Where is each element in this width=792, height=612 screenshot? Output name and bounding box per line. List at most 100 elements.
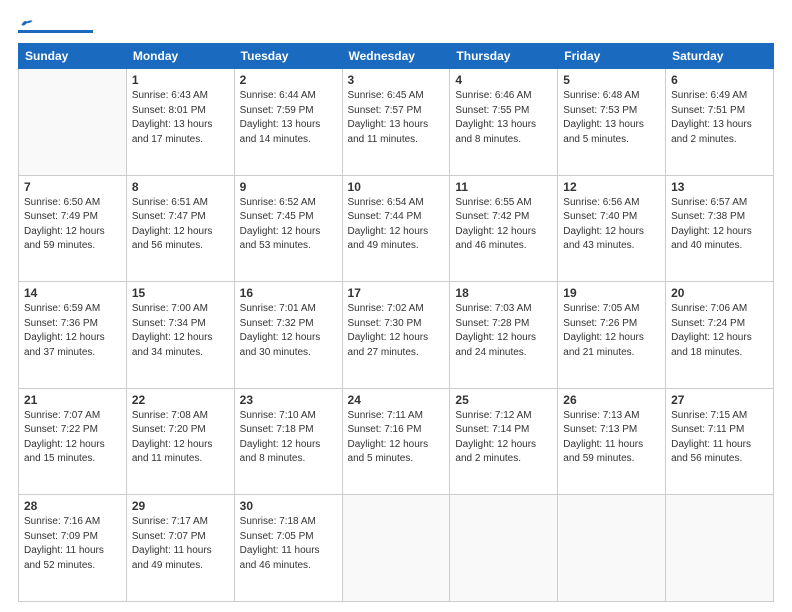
calendar-cell <box>342 495 450 602</box>
calendar-cell: 30Sunrise: 7:18 AM Sunset: 7:05 PM Dayli… <box>234 495 342 602</box>
day-number: 28 <box>24 499 121 513</box>
calendar-cell: 11 Sunrise: 6:55 AM Sunset: 7:42 PM Dayli… <box>450 175 558 282</box>
day-number: 7 <box>24 180 121 194</box>
day-number: 13 <box>671 180 768 194</box>
day-info: Sunrise: 6:51 AM Sunset: 7:47 PM Dayligh… <box>132 196 229 254</box>
day-info: Sunrise: 6:43 AM Sunset: 8:01 PM Dayligh… <box>132 89 229 147</box>
day-info: Sunrise: 6:49 AM Sunset: 7:51 PM Dayligh… <box>671 89 768 147</box>
logo-line <box>18 18 34 28</box>
calendar-table: SundayMondayTuesdayWednesdayThursdayFrid… <box>18 43 774 602</box>
weekday-header-thursday: Thursday <box>450 44 558 69</box>
day-info: Sunrise: 7:00 AM Sunset: 7:34 PM Dayligh… <box>132 302 229 360</box>
calendar-cell <box>19 69 127 176</box>
day-number: 6 <box>671 73 768 87</box>
calendar-cell: 16 Sunrise: 7:01 AM Sunset: 7:32 PM Dayli… <box>234 282 342 389</box>
day-number: 27 <box>671 393 768 407</box>
day-number: 21 <box>24 393 121 407</box>
weekday-header-saturday: Saturday <box>666 44 774 69</box>
day-number: 9 <box>240 180 337 194</box>
calendar-cell <box>666 495 774 602</box>
weekday-header-wednesday: Wednesday <box>342 44 450 69</box>
weekday-header-tuesday: Tuesday <box>234 44 342 69</box>
calendar-cell: 27 Sunrise: 7:15 AM Sunset: 7:11 PM Dayli… <box>666 388 774 495</box>
day-info: Sunrise: 6:44 AM Sunset: 7:59 PM Dayligh… <box>240 89 337 147</box>
day-info: Sunrise: 6:52 AM Sunset: 7:45 PM Dayligh… <box>240 196 337 254</box>
day-number: 16 <box>240 286 337 300</box>
calendar-cell: 22 Sunrise: 7:08 AM Sunset: 7:20 PM Dayli… <box>126 388 234 495</box>
day-number: 3 <box>348 73 445 87</box>
day-number: 11 <box>455 180 552 194</box>
day-number: 12 <box>563 180 660 194</box>
day-number: 5 <box>563 73 660 87</box>
calendar-body: 1 Sunrise: 6:43 AM Sunset: 8:01 PM Daylig… <box>19 69 774 602</box>
week-row-1: 7 Sunrise: 6:50 AM Sunset: 7:49 PM Daylig… <box>19 175 774 282</box>
day-number: 18 <box>455 286 552 300</box>
day-number: 23 <box>240 393 337 407</box>
week-row-3: 21 Sunrise: 7:07 AM Sunset: 7:22 PM Dayli… <box>19 388 774 495</box>
day-number: 26 <box>563 393 660 407</box>
calendar-cell: 21 Sunrise: 7:07 AM Sunset: 7:22 PM Dayli… <box>19 388 127 495</box>
page: SundayMondayTuesdayWednesdayThursdayFrid… <box>0 0 792 612</box>
week-row-2: 14 Sunrise: 6:59 AM Sunset: 7:36 PM Dayli… <box>19 282 774 389</box>
day-info: Sunrise: 6:48 AM Sunset: 7:53 PM Dayligh… <box>563 89 660 147</box>
week-row-0: 1 Sunrise: 6:43 AM Sunset: 8:01 PM Daylig… <box>19 69 774 176</box>
day-info: Sunrise: 7:08 AM Sunset: 7:20 PM Dayligh… <box>132 409 229 467</box>
day-info: Sunrise: 7:07 AM Sunset: 7:22 PM Dayligh… <box>24 409 121 467</box>
day-info: Sunrise: 6:50 AM Sunset: 7:49 PM Dayligh… <box>24 196 121 254</box>
day-number: 10 <box>348 180 445 194</box>
day-info: Sunrise: 7:12 AM Sunset: 7:14 PM Dayligh… <box>455 409 552 467</box>
day-info: Sunrise: 6:46 AM Sunset: 7:55 PM Dayligh… <box>455 89 552 147</box>
day-number: 30 <box>240 499 337 513</box>
day-info: Sunrise: 7:05 AM Sunset: 7:26 PM Dayligh… <box>563 302 660 360</box>
calendar-cell: 29Sunrise: 7:17 AM Sunset: 7:07 PM Dayli… <box>126 495 234 602</box>
day-number: 24 <box>348 393 445 407</box>
day-number: 1 <box>132 73 229 87</box>
calendar-cell: 28 Sunrise: 7:16 AM Sunset: 7:09 PM Dayli… <box>19 495 127 602</box>
calendar-cell: 12Sunrise: 6:56 AM Sunset: 7:40 PM Dayli… <box>558 175 666 282</box>
day-info: Sunrise: 6:55 AM Sunset: 7:42 PM Dayligh… <box>455 196 552 254</box>
calendar-header: SundayMondayTuesdayWednesdayThursdayFrid… <box>19 44 774 69</box>
day-info: Sunrise: 6:59 AM Sunset: 7:36 PM Dayligh… <box>24 302 121 360</box>
calendar-cell: 19 Sunrise: 7:05 AM Sunset: 7:26 PM Dayli… <box>558 282 666 389</box>
calendar-cell: 14 Sunrise: 6:59 AM Sunset: 7:36 PM Dayli… <box>19 282 127 389</box>
calendar-cell: 7 Sunrise: 6:50 AM Sunset: 7:49 PM Daylig… <box>19 175 127 282</box>
day-info: Sunrise: 7:13 AM Sunset: 7:13 PM Dayligh… <box>563 409 660 467</box>
day-info: Sunrise: 7:16 AM Sunset: 7:09 PM Dayligh… <box>24 515 121 573</box>
weekday-header-sunday: Sunday <box>19 44 127 69</box>
calendar-cell: 18Sunrise: 7:03 AM Sunset: 7:28 PM Dayli… <box>450 282 558 389</box>
day-info: Sunrise: 6:45 AM Sunset: 7:57 PM Dayligh… <box>348 89 445 147</box>
logo-underline <box>18 30 93 33</box>
calendar-cell: 13 Sunrise: 6:57 AM Sunset: 7:38 PM Dayli… <box>666 175 774 282</box>
weekday-header-monday: Monday <box>126 44 234 69</box>
calendar-cell: 20 Sunrise: 7:06 AM Sunset: 7:24 PM Dayli… <box>666 282 774 389</box>
day-number: 15 <box>132 286 229 300</box>
calendar-cell <box>450 495 558 602</box>
day-number: 2 <box>240 73 337 87</box>
day-number: 20 <box>671 286 768 300</box>
day-info: Sunrise: 6:57 AM Sunset: 7:38 PM Dayligh… <box>671 196 768 254</box>
weekday-header-row: SundayMondayTuesdayWednesdayThursdayFrid… <box>19 44 774 69</box>
calendar-cell: 3 Sunrise: 6:45 AM Sunset: 7:57 PM Daylig… <box>342 69 450 176</box>
calendar-cell: 25Sunrise: 7:12 AM Sunset: 7:14 PM Dayli… <box>450 388 558 495</box>
day-number: 4 <box>455 73 552 87</box>
day-number: 22 <box>132 393 229 407</box>
day-number: 14 <box>24 286 121 300</box>
day-info: Sunrise: 7:11 AM Sunset: 7:16 PM Dayligh… <box>348 409 445 467</box>
calendar-cell: 23Sunrise: 7:10 AM Sunset: 7:18 PM Dayli… <box>234 388 342 495</box>
day-info: Sunrise: 7:15 AM Sunset: 7:11 PM Dayligh… <box>671 409 768 467</box>
day-number: 19 <box>563 286 660 300</box>
day-info: Sunrise: 7:06 AM Sunset: 7:24 PM Dayligh… <box>671 302 768 360</box>
header <box>18 18 774 33</box>
calendar-cell: 2 Sunrise: 6:44 AM Sunset: 7:59 PM Daylig… <box>234 69 342 176</box>
calendar-cell: 5 Sunrise: 6:48 AM Sunset: 7:53 PM Daylig… <box>558 69 666 176</box>
day-info: Sunrise: 7:02 AM Sunset: 7:30 PM Dayligh… <box>348 302 445 360</box>
day-number: 29 <box>132 499 229 513</box>
calendar-cell: 15 Sunrise: 7:00 AM Sunset: 7:34 PM Dayli… <box>126 282 234 389</box>
calendar-cell: 17Sunrise: 7:02 AM Sunset: 7:30 PM Dayli… <box>342 282 450 389</box>
logo <box>18 18 93 33</box>
calendar-cell: 1 Sunrise: 6:43 AM Sunset: 8:01 PM Daylig… <box>126 69 234 176</box>
day-info: Sunrise: 7:01 AM Sunset: 7:32 PM Dayligh… <box>240 302 337 360</box>
logo-bird-icon <box>20 18 34 28</box>
calendar-cell: 10Sunrise: 6:54 AM Sunset: 7:44 PM Dayli… <box>342 175 450 282</box>
calendar-cell <box>558 495 666 602</box>
